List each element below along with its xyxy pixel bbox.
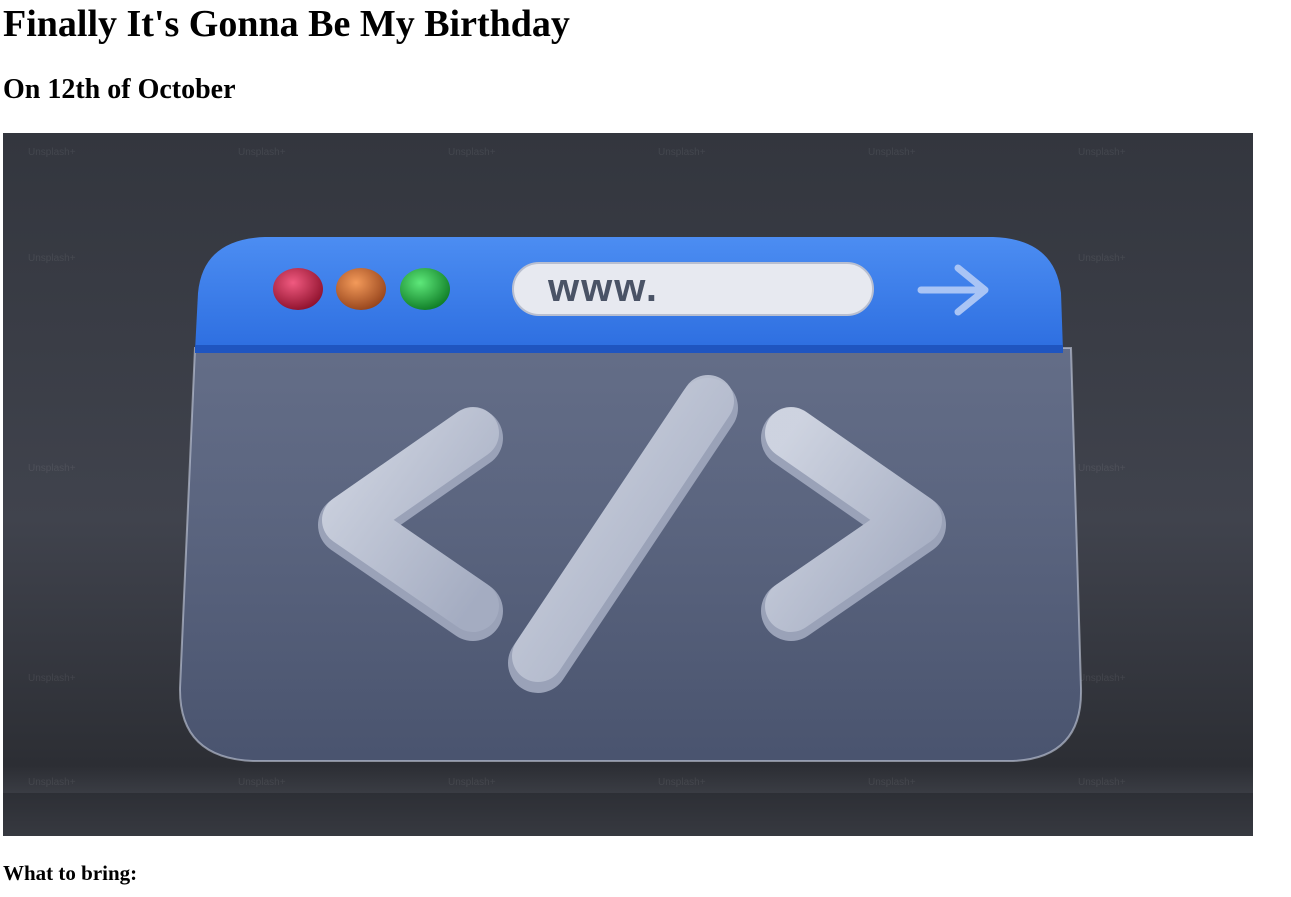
- page-title: Finally It's Gonna Be My Birthday: [3, 3, 570, 45]
- svg-text:Unsplash+: Unsplash+: [238, 777, 286, 788]
- svg-text:Unsplash+: Unsplash+: [448, 147, 496, 158]
- svg-text:Unsplash+: Unsplash+: [658, 147, 706, 158]
- window-control-dots: [273, 268, 450, 310]
- svg-text:Unsplash+: Unsplash+: [868, 147, 916, 158]
- hero-image: Unsplash+ Unsplash+ Unsplash+ Unsplash+ …: [3, 133, 1253, 836]
- svg-text:Unsplash+: Unsplash+: [1078, 673, 1126, 684]
- maximize-dot-icon: [400, 268, 450, 310]
- svg-text:Unsplash+: Unsplash+: [28, 147, 76, 158]
- svg-text:Unsplash+: Unsplash+: [28, 253, 76, 264]
- svg-text:Unsplash+: Unsplash+: [28, 673, 76, 684]
- url-bar-text: www.: [547, 266, 659, 310]
- svg-text:Unsplash+: Unsplash+: [1078, 253, 1126, 264]
- svg-text:Unsplash+: Unsplash+: [28, 777, 76, 788]
- svg-text:Unsplash+: Unsplash+: [448, 777, 496, 788]
- page-subtitle: On 12th of October: [3, 74, 236, 105]
- svg-text:Unsplash+: Unsplash+: [868, 777, 916, 788]
- svg-text:Unsplash+: Unsplash+: [1078, 777, 1126, 788]
- close-dot-icon: [273, 268, 323, 310]
- section-heading-what-to-bring: What to bring:: [3, 861, 138, 885]
- svg-text:Unsplash+: Unsplash+: [238, 147, 286, 158]
- svg-text:Unsplash+: Unsplash+: [1078, 463, 1126, 474]
- svg-text:Unsplash+: Unsplash+: [28, 463, 76, 474]
- svg-text:Unsplash+: Unsplash+: [658, 777, 706, 788]
- minimize-dot-icon: [336, 268, 386, 310]
- svg-text:Unsplash+: Unsplash+: [1078, 147, 1126, 158]
